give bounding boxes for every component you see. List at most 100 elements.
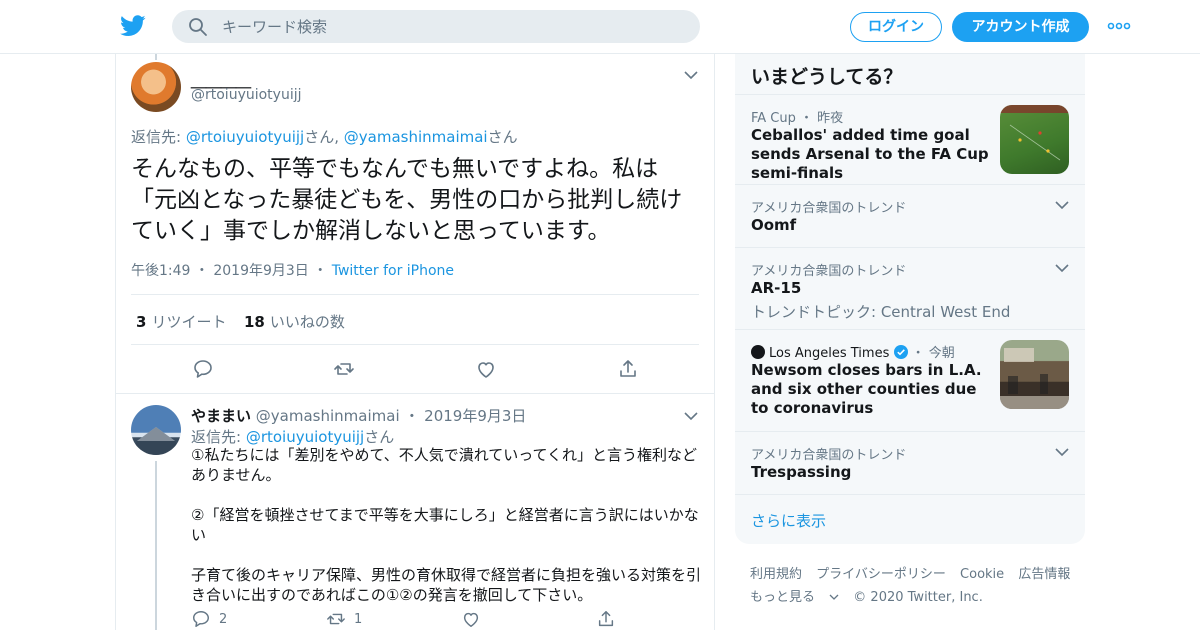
tweet-meta: 午後1:49 ・ 2019年9月3日 ・ Twitter for iPhone	[131, 260, 454, 280]
reply-prefix: 返信先:	[191, 428, 246, 446]
tweet-stats: 3 リツイート 18 いいねの数	[131, 294, 699, 345]
separator: ・	[404, 407, 425, 425]
footer-more-link[interactable]: もっと見る	[750, 590, 839, 605]
tweet-text: そんなもの、平等でもなんでも無いですよね。私は「元凶となった暴徒どもを、男性の口…	[131, 156, 683, 244]
footer-row: 利用規約 プライバシーポリシー Cookie 広告情報	[750, 563, 1090, 586]
footer-more-label: もっと見る	[750, 590, 816, 605]
tweet-paragraph: ②「経営を頓挫させてまで平等を大事にしろ」と経営者に言う訳にはいかない	[191, 506, 699, 544]
retweet-count: 1	[354, 612, 363, 627]
trends-title: いまどうしてる？	[751, 66, 903, 88]
more-options-icon[interactable]	[1107, 19, 1131, 33]
mountain-photo-icon	[131, 427, 181, 455]
reply-honorific: さん	[487, 128, 518, 146]
trend-headline: Trespassing	[751, 463, 852, 481]
tweet-time[interactable]: 午後1:49	[131, 263, 190, 279]
retweet-icon	[327, 613, 345, 625]
reply-user-link[interactable]: @rtoiuyuiotyuijj	[186, 128, 304, 146]
like-count: 18	[244, 313, 265, 331]
trend-headline: Oomf	[751, 216, 797, 234]
search-input[interactable]	[222, 10, 682, 43]
tweet-actions: 2 1	[191, 609, 701, 630]
soccer-photo-thumbnail	[1000, 105, 1069, 174]
news-source: Los Angeles Times ・ 今朝	[751, 342, 955, 361]
verified-badge-icon	[893, 345, 908, 359]
user-handle[interactable]: @yamashinmaimai	[256, 407, 400, 425]
reply-context: 返信先: @rtoiuyuiotyuijjさん	[191, 426, 394, 447]
user-handle[interactable]: @rtoiuyuiotyuijj	[191, 87, 302, 103]
search-icon	[189, 18, 207, 36]
reply-honorific: さん,	[304, 128, 344, 146]
reply-count: 2	[219, 612, 228, 627]
footer-row: もっと見る © 2020 Twitter, Inc.	[750, 586, 1090, 609]
tweet-date[interactable]: 2019年9月3日	[424, 407, 526, 425]
chevron-down-icon[interactable]	[1055, 263, 1069, 273]
tweet-timeline: ＿＿＿＿ @rtoiuyuiotyuijj 返信先: @rtoiuyuiotyu…	[115, 54, 715, 630]
like-icon	[463, 612, 479, 627]
tweet-actions	[131, 354, 699, 384]
separator: ・	[313, 263, 332, 279]
share-icon[interactable]	[617, 358, 639, 380]
avatar[interactable]	[131, 62, 181, 112]
chevron-down-icon	[829, 594, 839, 600]
reply-honorific: さん	[364, 428, 395, 446]
copyright: © 2020 Twitter, Inc.	[853, 590, 983, 605]
top-bar: ログイン アカウント作成	[0, 0, 1200, 54]
trend-item[interactable]: アメリカ合衆国のトレンド Oomf	[735, 184, 1085, 247]
bar-photo-thumbnail	[1000, 340, 1069, 409]
trend-category: アメリカ合衆国のトレンド	[751, 448, 907, 463]
los-angeles-times-logo-icon	[751, 345, 765, 359]
display-name[interactable]: やままい	[191, 407, 251, 425]
news-time: ・ 今朝	[907, 346, 955, 361]
divider	[735, 494, 1085, 495]
thread-line	[155, 54, 157, 60]
tweet-text: ①私たちには「差別をやめて、不人気で潰れていってくれ」と言う権利などありません。…	[191, 445, 701, 625]
signup-button[interactable]: アカウント作成	[952, 12, 1089, 42]
retweet-count: 3	[136, 313, 147, 331]
trend-item[interactable]: アメリカ合衆国のトレンド AR-15 トレンドトピック: Central Wes…	[735, 247, 1085, 329]
footer: 利用規約 プライバシーポリシー Cookie 広告情報 もっと見る © 2020…	[750, 563, 1090, 609]
avatar[interactable]	[131, 405, 181, 455]
like-stat[interactable]: 18 いいねの数	[244, 311, 345, 332]
trend-subline: トレンドトピック: Central West End	[751, 303, 1011, 321]
reply-header: やままい @yamashinmaimai ・ 2019年9月3日	[191, 405, 526, 426]
chevron-down-icon[interactable]	[684, 70, 698, 80]
reply-icon	[193, 611, 209, 627]
search-box[interactable]	[172, 10, 700, 43]
retweet-stat[interactable]: 3 リツイート	[136, 311, 226, 332]
trend-headline: AR-15	[751, 279, 802, 297]
thread-line	[155, 461, 157, 630]
reply-tweet: やままい @yamashinmaimai ・ 2019年9月3日 返信先: @r…	[116, 395, 714, 630]
twitter-bird-icon[interactable]	[120, 14, 146, 38]
soccer-field-icon	[1000, 105, 1069, 161]
reply-icon[interactable]	[192, 358, 214, 380]
trend-category: アメリカ合衆国のトレンド	[751, 264, 907, 279]
chevron-down-icon[interactable]	[1055, 447, 1069, 457]
chevron-down-icon[interactable]	[1055, 200, 1069, 210]
tweet-date[interactable]: 2019年9月3日	[213, 263, 308, 279]
reply-user-link[interactable]: @rtoiuyuiotyuijj	[246, 428, 364, 446]
tweet-source[interactable]: Twitter for iPhone	[332, 263, 454, 279]
like-stat-label: いいねの数	[269, 313, 345, 331]
like-icon[interactable]	[475, 358, 497, 380]
main-tweet: ＿＿＿＿ @rtoiuyuiotyuijj 返信先: @rtoiuyuiotyu…	[116, 54, 714, 394]
trend-item[interactable]: FA Cup ・ 昨夜 Ceballos' added time goal se…	[735, 94, 1085, 184]
trend-item[interactable]: Los Angeles Times ・ 今朝 Newsom closes bar…	[735, 329, 1085, 431]
reply-prefix: 返信先:	[131, 128, 186, 146]
street-scene-icon	[1000, 348, 1069, 409]
retweet-stat-label: リツイート	[151, 313, 227, 331]
show-more-link[interactable]: さらに表示	[751, 510, 826, 531]
retweet-icon[interactable]	[333, 358, 355, 380]
news-source-name: Los Angeles Times	[769, 346, 890, 361]
footer-terms-link[interactable]: 利用規約	[750, 567, 802, 582]
trend-headline: Ceballos' added time goal sends Arsenal …	[751, 126, 989, 182]
separator: ・	[194, 263, 214, 279]
trend-category: FA Cup ・ 昨夜	[751, 111, 844, 126]
trend-item[interactable]: アメリカ合衆国のトレンド Trespassing	[735, 431, 1085, 494]
footer-ads-link[interactable]: 広告情報	[1018, 567, 1070, 582]
tweet-paragraph: ①私たちには「差別をやめて、不人気で潰れていってくれ」と言う権利などありません。	[191, 446, 698, 484]
reply-user-link[interactable]: @yamashinmaimai	[344, 128, 488, 146]
chevron-down-icon[interactable]	[684, 411, 698, 421]
login-button[interactable]: ログイン	[850, 12, 942, 42]
footer-cookie-link[interactable]: Cookie	[960, 567, 1004, 582]
footer-privacy-link[interactable]: プライバシーポリシー	[816, 567, 946, 582]
